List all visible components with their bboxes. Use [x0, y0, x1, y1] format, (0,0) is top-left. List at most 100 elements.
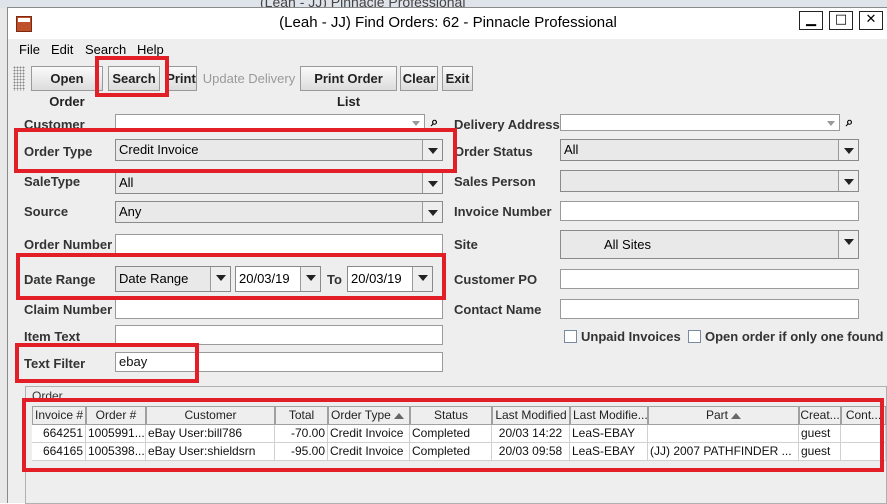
col-header-part-label: Part [705, 408, 728, 422]
sales-person-select[interactable] [560, 170, 859, 192]
menu-file[interactable]: File [19, 42, 40, 57]
order-status-select[interactable]: All [560, 139, 859, 161]
site-select[interactable]: All Sites [560, 230, 859, 259]
cell-status: Completed [410, 443, 492, 461]
cell-contact [841, 425, 886, 443]
date-from-value: 20/03/19 [239, 271, 290, 286]
claim-number-input[interactable] [115, 299, 443, 319]
source-label: Source [24, 204, 69, 219]
menu-edit[interactable]: Edit [51, 42, 73, 57]
source-select[interactable]: Any [115, 201, 443, 223]
minimize-button[interactable]: ▁ [799, 11, 823, 30]
col-header-status[interactable]: Status [410, 406, 492, 425]
order-type-select[interactable]: Credit Invoice [115, 139, 443, 161]
delivery-address-combo[interactable] [560, 114, 840, 131]
col-header-part[interactable]: Part [648, 406, 799, 425]
item-text-label: Item Text [24, 329, 81, 344]
site-value: All Sites [604, 237, 651, 252]
contact-name-label: Contact Name [454, 302, 542, 317]
chevron-down-icon[interactable] [838, 231, 858, 258]
customer-label: Customer [24, 117, 85, 132]
cell-created: guest [799, 425, 841, 443]
contact-name-input[interactable] [560, 299, 859, 319]
order-panel-title: Order [32, 389, 63, 403]
cell-customer: eBay User:shieldsrn [146, 443, 275, 461]
open-if-one-checkbox[interactable] [688, 330, 701, 343]
cell-total: -70.00 [275, 425, 328, 443]
chevron-down-icon[interactable] [422, 173, 442, 193]
cell-order: 1005398... [86, 443, 146, 461]
col-header-customer[interactable]: Customer [146, 406, 275, 425]
chevron-down-icon [412, 121, 420, 126]
chevron-down-icon[interactable] [838, 140, 858, 160]
order-status-value: All [564, 142, 579, 157]
cell-last-modified: 20/03 09:58 [492, 443, 570, 461]
order-type-label: Order Type [24, 144, 93, 159]
item-text-input[interactable] [115, 325, 443, 345]
title-bar[interactable]: (Leah - JJ) Find Orders: 62 - Pinnacle P… [8, 8, 887, 39]
toolbar-grip-icon[interactable] [13, 66, 25, 91]
col-header-order-type-label: Order Type [331, 408, 391, 422]
col-header-order[interactable]: Order # [86, 406, 146, 425]
chevron-down-icon [827, 121, 835, 126]
chevron-down-icon[interactable] [300, 267, 320, 291]
cell-last-modified-by: LeaS-EBAY [570, 443, 648, 461]
site-label: Site [454, 237, 478, 252]
binoculars-icon[interactable]: ⌕ [841, 114, 858, 131]
text-filter-input[interactable]: ebay [115, 352, 443, 372]
date-to-value: 20/03/19 [351, 271, 402, 286]
invoice-number-label: Invoice Number [454, 204, 552, 219]
date-to-picker[interactable]: 20/03/19 [347, 266, 433, 292]
date-range-label: Date Range [24, 272, 96, 287]
window-title: (Leah - JJ) Find Orders: 62 - Pinnacle P… [279, 14, 617, 31]
binoculars-icon[interactable]: ⌕ [426, 114, 443, 131]
date-from-picker[interactable]: 20/03/19 [235, 266, 321, 292]
col-header-invoice[interactable]: Invoice # [32, 406, 86, 425]
source-value: Any [119, 204, 142, 219]
sort-ascending-icon [731, 412, 741, 419]
col-header-created[interactable]: Creat... [799, 406, 841, 425]
sales-person-label: Sales Person [454, 174, 536, 189]
sale-type-value: All [119, 175, 134, 190]
order-number-input[interactable] [115, 234, 443, 254]
menu-search[interactable]: Search [85, 42, 126, 57]
print-button[interactable]: Print [165, 66, 197, 91]
unpaid-invoices-checkbox[interactable] [564, 330, 577, 343]
update-delivery-button[interactable]: Update Delivery [201, 66, 297, 91]
customer-combo[interactable] [115, 114, 425, 131]
exit-button[interactable]: Exit [442, 66, 473, 91]
cell-order: 1005991... [86, 425, 146, 443]
col-header-order-type[interactable]: Order Type [328, 406, 410, 425]
cell-order-type: Credit Invoice [328, 425, 410, 443]
search-button[interactable]: Search [108, 66, 160, 91]
cell-invoice: 664251 [32, 425, 86, 443]
maximize-button[interactable]: □ [829, 11, 853, 30]
chevron-down-icon[interactable] [422, 202, 442, 222]
text-filter-label: Text Filter [24, 356, 86, 371]
chevron-down-icon[interactable] [422, 140, 442, 160]
sale-type-select[interactable]: All [115, 172, 443, 194]
cell-created: guest [799, 443, 841, 461]
date-range-mode-select[interactable]: Date Range [115, 266, 231, 292]
clear-button[interactable]: Clear [400, 66, 438, 91]
claim-number-label: Claim Number [24, 302, 113, 317]
order-status-label: Order Status [454, 144, 533, 159]
open-order-button[interactable]: Open Order [31, 66, 103, 109]
chevron-down-icon[interactable] [838, 171, 858, 191]
date-to-label: To [327, 272, 342, 287]
chevron-down-icon[interactable] [210, 267, 230, 291]
close-button[interactable]: ✕ [859, 11, 883, 30]
col-header-last-modified[interactable]: Last Modified [492, 406, 570, 425]
cell-order-type: Credit Invoice [328, 443, 410, 461]
cell-last-modified-by: LeaS-EBAY [570, 425, 648, 443]
cell-invoice: 664165 [32, 443, 86, 461]
col-header-contact[interactable]: Cont... [841, 406, 886, 425]
menu-help[interactable]: Help [137, 42, 164, 57]
chevron-down-icon[interactable] [412, 267, 432, 291]
print-order-list-button[interactable]: Print Order List [300, 66, 397, 109]
invoice-number-input[interactable] [560, 201, 859, 221]
cell-status: Completed [410, 425, 492, 443]
customer-po-input[interactable] [560, 269, 859, 289]
col-header-last-modified-by[interactable]: Last Modifie... [570, 406, 648, 425]
col-header-total[interactable]: Total [275, 406, 328, 425]
